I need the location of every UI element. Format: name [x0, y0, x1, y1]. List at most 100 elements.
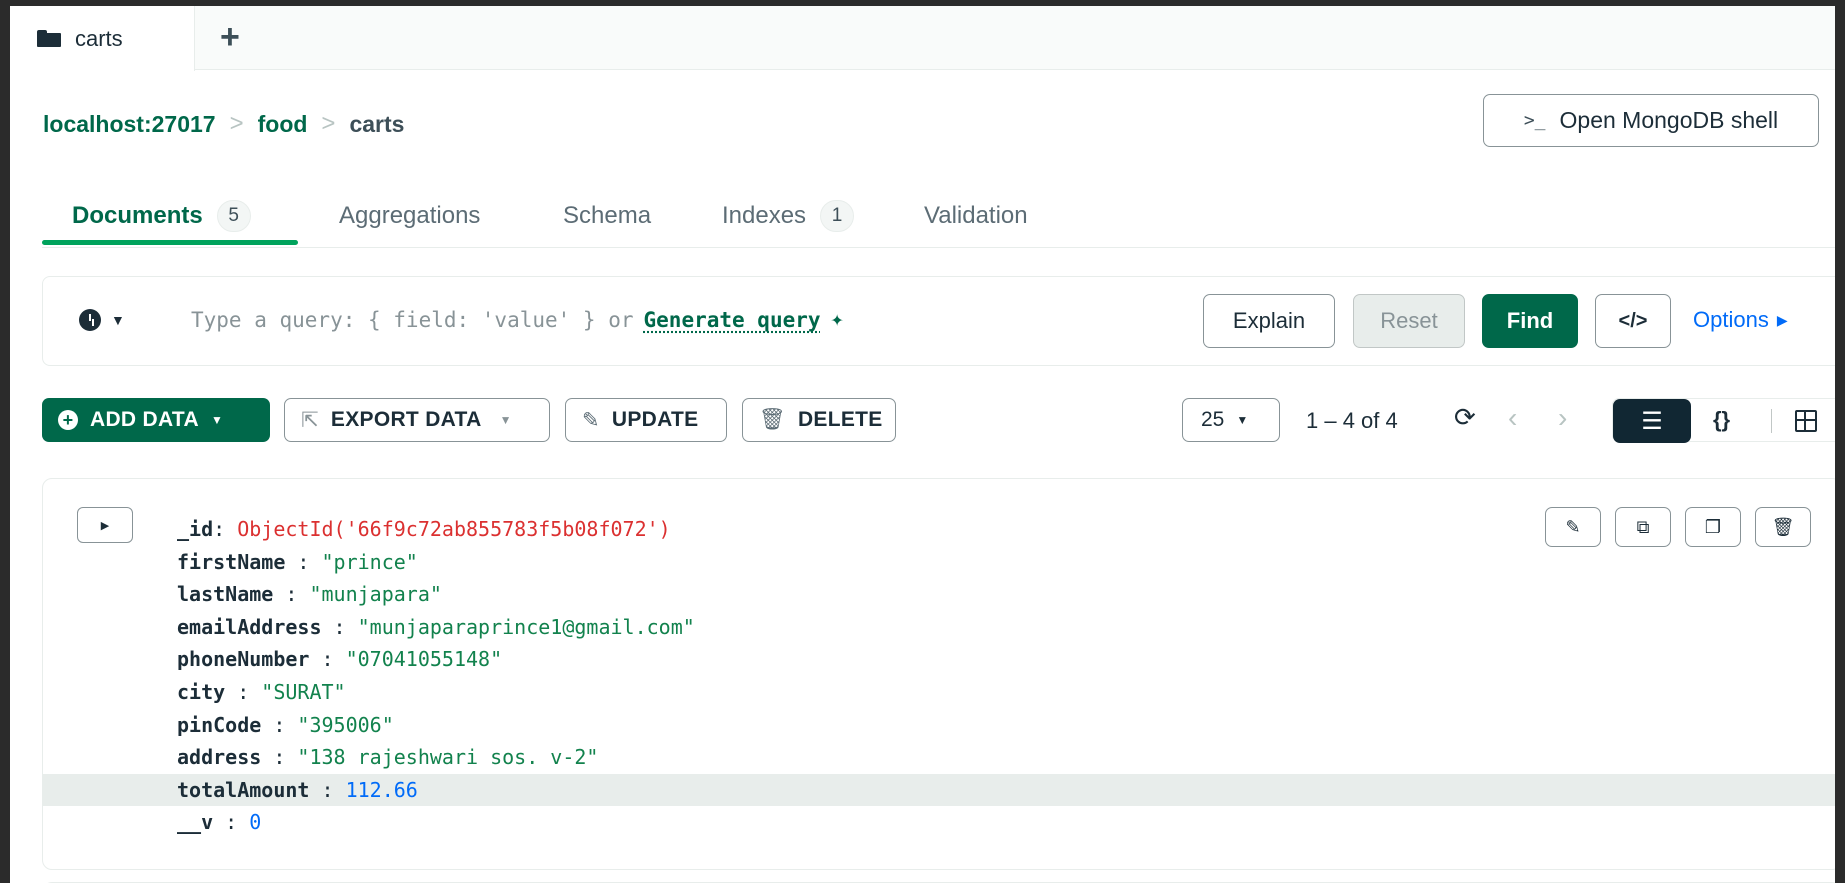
- table-view-icon[interactable]: [1795, 410, 1817, 432]
- terminal-icon: >_: [1523, 110, 1546, 131]
- shell-button-label: Open MongoDB shell: [1559, 107, 1779, 133]
- export-data-button[interactable]: ⇱ EXPORT DATA ▼: [284, 398, 550, 442]
- export-icon: ⇱: [301, 408, 319, 432]
- active-tab-indicator: [42, 240, 298, 245]
- document-field-row[interactable]: address : "138 rajeshwari sos. v-2": [177, 741, 695, 774]
- chevron-right-icon[interactable]: ›: [1558, 402, 1567, 434]
- clone-document-icon[interactable]: ❐: [1685, 507, 1741, 547]
- field-key: pinCode: [177, 712, 262, 737]
- breadcrumb: localhost:27017 > food > carts: [43, 110, 404, 138]
- field-value: "munjaparaprince1@gmail.com": [357, 614, 695, 639]
- tab-validation[interactable]: Validation: [924, 186, 1028, 246]
- document-field-row[interactable]: emailAddress : "munjaparaprince1@gmail.c…: [177, 611, 695, 644]
- field-key: phoneNumber: [177, 647, 310, 672]
- document-field-row[interactable]: _id: ObjectId('66f9c72ab855783f5b08f072'…: [177, 513, 695, 546]
- tab-indexes[interactable]: Indexes 1: [722, 186, 855, 246]
- field-colon: :: [213, 517, 238, 541]
- reset-button[interactable]: Reset: [1353, 294, 1465, 348]
- field-key: address: [177, 745, 262, 770]
- field-colon: :: [261, 745, 298, 770]
- find-button[interactable]: Find: [1482, 294, 1578, 348]
- document-field-row[interactable]: phoneNumber : "07041055148": [177, 643, 695, 676]
- field-key: lastName: [177, 582, 274, 607]
- document-fields: _id: ObjectId('66f9c72ab855783f5b08f072'…: [43, 513, 1835, 839]
- tab-validation-label: Validation: [924, 202, 1028, 229]
- document-field-row[interactable]: lastName : "munjapara": [177, 578, 695, 611]
- field-value: "prince": [321, 549, 418, 574]
- document-card: ▶ _id: ObjectId('66f9c72ab855783f5b08f07…: [42, 478, 1835, 870]
- tab-label: carts: [75, 25, 123, 51]
- document-field-row[interactable]: city : "SURAT": [177, 676, 695, 709]
- field-value: 0: [249, 810, 262, 835]
- document-field-row[interactable]: totalAmount : 112.66: [43, 773, 1835, 807]
- open-mongodb-shell-button[interactable]: >_ Open MongoDB shell: [1483, 94, 1819, 147]
- caret-down-icon: ▼: [210, 413, 224, 427]
- field-colon: :: [225, 679, 262, 704]
- generate-query-link[interactable]: Generate query: [644, 308, 821, 332]
- plus-circle-icon: +: [58, 410, 78, 430]
- edit-document-icon[interactable]: ✎: [1545, 507, 1601, 547]
- expand-document-icon[interactable]: ▶: [77, 507, 133, 543]
- field-colon: :: [321, 614, 358, 639]
- breadcrumb-host[interactable]: localhost:27017: [43, 111, 216, 138]
- document-field-row[interactable]: __v : 0: [177, 806, 695, 839]
- field-value: "SURAT": [261, 679, 346, 704]
- field-value: 112.66: [345, 777, 418, 802]
- list-view-icon[interactable]: ☰: [1613, 399, 1691, 443]
- field-value: "138 rajeshwari sos. v-2": [297, 745, 599, 770]
- refresh-icon[interactable]: ⟳: [1454, 402, 1476, 433]
- document-field-row[interactable]: pinCode : "395006": [177, 709, 695, 742]
- field-colon: :: [213, 810, 250, 835]
- update-label: UPDATE: [611, 408, 699, 431]
- page-size-select[interactable]: 25 ▼: [1182, 398, 1280, 442]
- code-view-button[interactable]: </>: [1595, 294, 1671, 348]
- copy-document-icon[interactable]: ⧉: [1615, 507, 1671, 547]
- tab-indexes-label: Indexes: [722, 202, 807, 229]
- new-tab-plus-icon[interactable]: +: [220, 20, 240, 54]
- field-colon: :: [273, 582, 310, 607]
- options-toggle[interactable]: Options ▶: [1693, 307, 1788, 333]
- options-label: Options: [1693, 307, 1769, 332]
- field-key: _id: [177, 517, 214, 541]
- field-value: "07041055148": [345, 647, 503, 672]
- update-button[interactable]: ✎ UPDATE: [565, 398, 727, 442]
- tab-documents-label: Documents: [72, 202, 203, 229]
- query-history-button[interactable]: ▼: [79, 309, 125, 331]
- explain-button[interactable]: Explain: [1203, 294, 1335, 348]
- breadcrumb-database[interactable]: food: [258, 111, 308, 138]
- query-input[interactable]: Type a query: { field: 'value' } or Gene…: [191, 307, 844, 332]
- delete-button[interactable]: 🗑 DELETE: [742, 398, 896, 442]
- chevron-left-icon[interactable]: ‹: [1508, 402, 1517, 434]
- field-key: totalAmount: [177, 777, 310, 802]
- field-key: firstName: [177, 549, 286, 574]
- field-colon: :: [309, 647, 346, 672]
- field-value: ObjectId('66f9c72ab855783f5b08f072'): [237, 517, 671, 541]
- json-view-icon[interactable]: {}: [1713, 407, 1730, 433]
- pencil-icon: ✎: [582, 408, 600, 432]
- documents-count-badge: 5: [216, 200, 251, 232]
- chevron-right-icon: >: [229, 110, 244, 137]
- query-placeholder-text: Type a query: { field: 'value' } or: [191, 307, 634, 332]
- document-actions: ✎ ⧉ ❐ 🗑: [1545, 507, 1811, 547]
- tab-schema[interactable]: Schema: [563, 186, 651, 246]
- field-value: "395006": [297, 712, 394, 737]
- tab-aggregations[interactable]: Aggregations: [339, 186, 480, 246]
- field-colon: :: [309, 777, 346, 802]
- query-bar: ▼ Type a query: { field: 'value' } or Ge…: [42, 276, 1835, 366]
- sparkle-icon: ✦: [830, 307, 844, 332]
- tab-carts[interactable]: carts: [10, 6, 195, 71]
- add-data-label: ADD DATA: [90, 408, 199, 431]
- folder-icon: [37, 30, 61, 47]
- tab-documents[interactable]: Documents 5: [72, 186, 251, 246]
- document-field-row[interactable]: firstName : "prince": [177, 546, 695, 579]
- chevron-right-icon: >: [321, 110, 336, 137]
- field-key: __v: [177, 810, 214, 835]
- delete-document-icon[interactable]: 🗑: [1755, 507, 1811, 547]
- collection-tab-bar: carts +: [10, 6, 1835, 71]
- field-colon: :: [261, 712, 298, 737]
- pagination-range: 1 – 4 of 4: [1306, 408, 1398, 433]
- field-colon: :: [285, 549, 322, 574]
- export-data-label: EXPORT DATA: [330, 408, 482, 431]
- add-data-button[interactable]: + ADD DATA ▼: [42, 398, 270, 442]
- caret-down-icon: ▼: [499, 413, 512, 427]
